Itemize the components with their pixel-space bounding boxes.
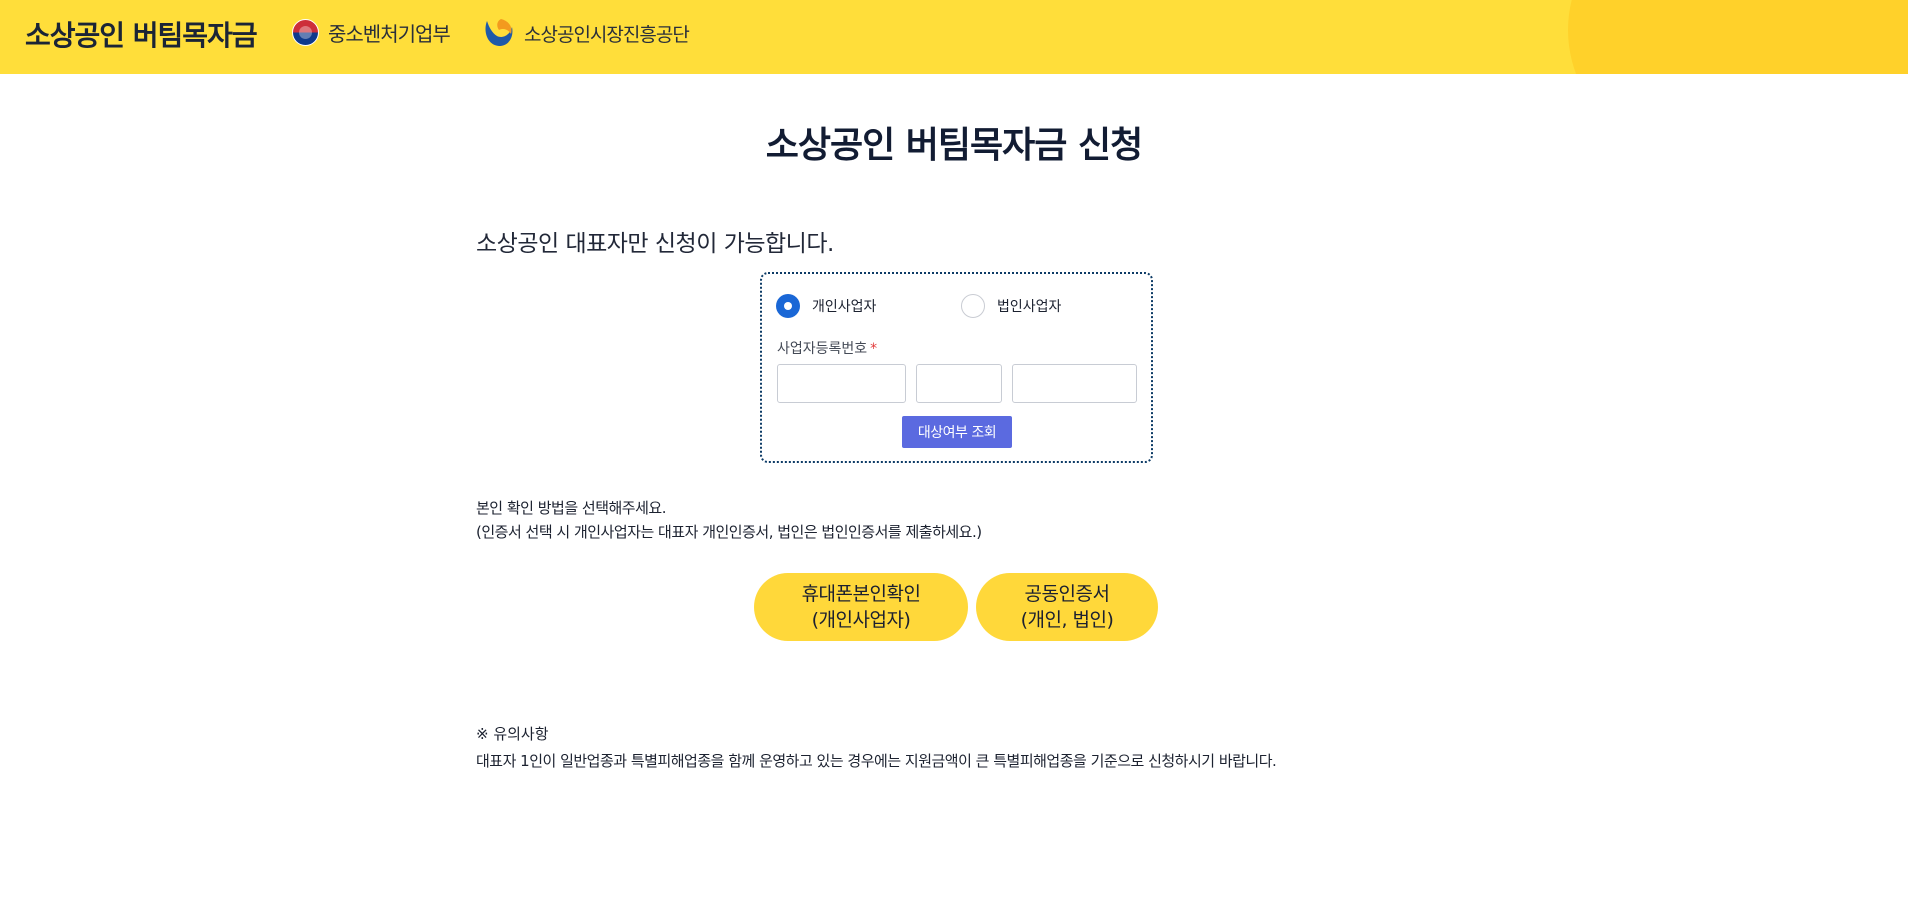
reg-number-label-text: 사업자등록번호 bbox=[777, 341, 868, 357]
reg-number-label: 사업자등록번호 * bbox=[777, 338, 877, 358]
reg-number-part2-input[interactable] bbox=[916, 364, 1002, 403]
notice-title: ※ 유의사항 bbox=[476, 725, 549, 743]
ministry-logo[interactable]: 중소벤처기업부 bbox=[292, 18, 451, 47]
radio-label: 개인사업자 bbox=[812, 299, 877, 315]
brand-logo[interactable]: 소상공인 버팀목자금 bbox=[25, 14, 258, 54]
reg-number-part1-input[interactable] bbox=[777, 364, 906, 403]
mobile-auth-button[interactable]: 휴대폰본인확인 (개인사업자) bbox=[754, 573, 968, 641]
ministry-name: 중소벤처기업부 bbox=[328, 22, 451, 46]
eligibility-query-button[interactable]: 대상여부 조회 bbox=[902, 416, 1012, 448]
page-title: 소상공인 버팀목자금 신청 bbox=[765, 125, 1143, 166]
agency-emblem-icon bbox=[485, 19, 513, 46]
verify-line-1: 본인 확인 방법을 선택해주세요. bbox=[476, 499, 666, 517]
certificate-auth-button[interactable]: 공동인증서 (개인, 법인) bbox=[976, 573, 1158, 641]
notice-body: 대표자 1인이 일반업종과 특별피해업종을 함께 운영하고 있는 경우에는 지원… bbox=[476, 752, 1277, 770]
business-type-radio-group: 개인사업자 법인사업자 bbox=[776, 294, 1136, 322]
reg-number-part3-input[interactable] bbox=[1012, 364, 1137, 403]
radio-checked-icon[interactable] bbox=[776, 294, 800, 318]
mobile-auth-label: 휴대폰본인확인 bbox=[801, 583, 921, 605]
verify-method-instructions: 본인 확인 방법을 선택해주세요. (인증서 선택 시 개인사업자는 대표자 개… bbox=[476, 496, 982, 544]
taegeuk-emblem-icon bbox=[292, 19, 319, 46]
certificate-auth-label: 공동인증서 bbox=[1024, 583, 1110, 605]
site-header: 소상공인 버팀목자금 중소벤처기업부 소상공인시장진흥공단 bbox=[0, 0, 1908, 74]
radio-corporate-business[interactable]: 법인사업자 bbox=[961, 294, 1061, 318]
business-check-form: 개인사업자 법인사업자 사업자등록번호 * 대상여부 조회 bbox=[760, 272, 1153, 463]
radio-unchecked-icon[interactable] bbox=[961, 294, 985, 318]
header-decoration bbox=[1568, 0, 1908, 74]
radio-label: 법인사업자 bbox=[997, 299, 1062, 315]
radio-individual-business[interactable]: 개인사업자 bbox=[776, 294, 876, 318]
agency-name: 소상공인시장진흥공단 bbox=[524, 23, 690, 46]
verify-line-2: (인증서 선택 시 개인사업자는 대표자 개인인증서, 법인은 법인인증서를 제… bbox=[476, 523, 982, 541]
agency-logo[interactable]: 소상공인시장진흥공단 bbox=[481, 17, 690, 49]
certificate-auth-sublabel: (개인, 법인) bbox=[1020, 609, 1114, 631]
required-mark: * bbox=[870, 341, 878, 357]
eligibility-subtitle: 소상공인 대표자만 신청이 가능합니다. bbox=[476, 231, 834, 257]
mobile-auth-sublabel: (개인사업자) bbox=[811, 609, 911, 631]
